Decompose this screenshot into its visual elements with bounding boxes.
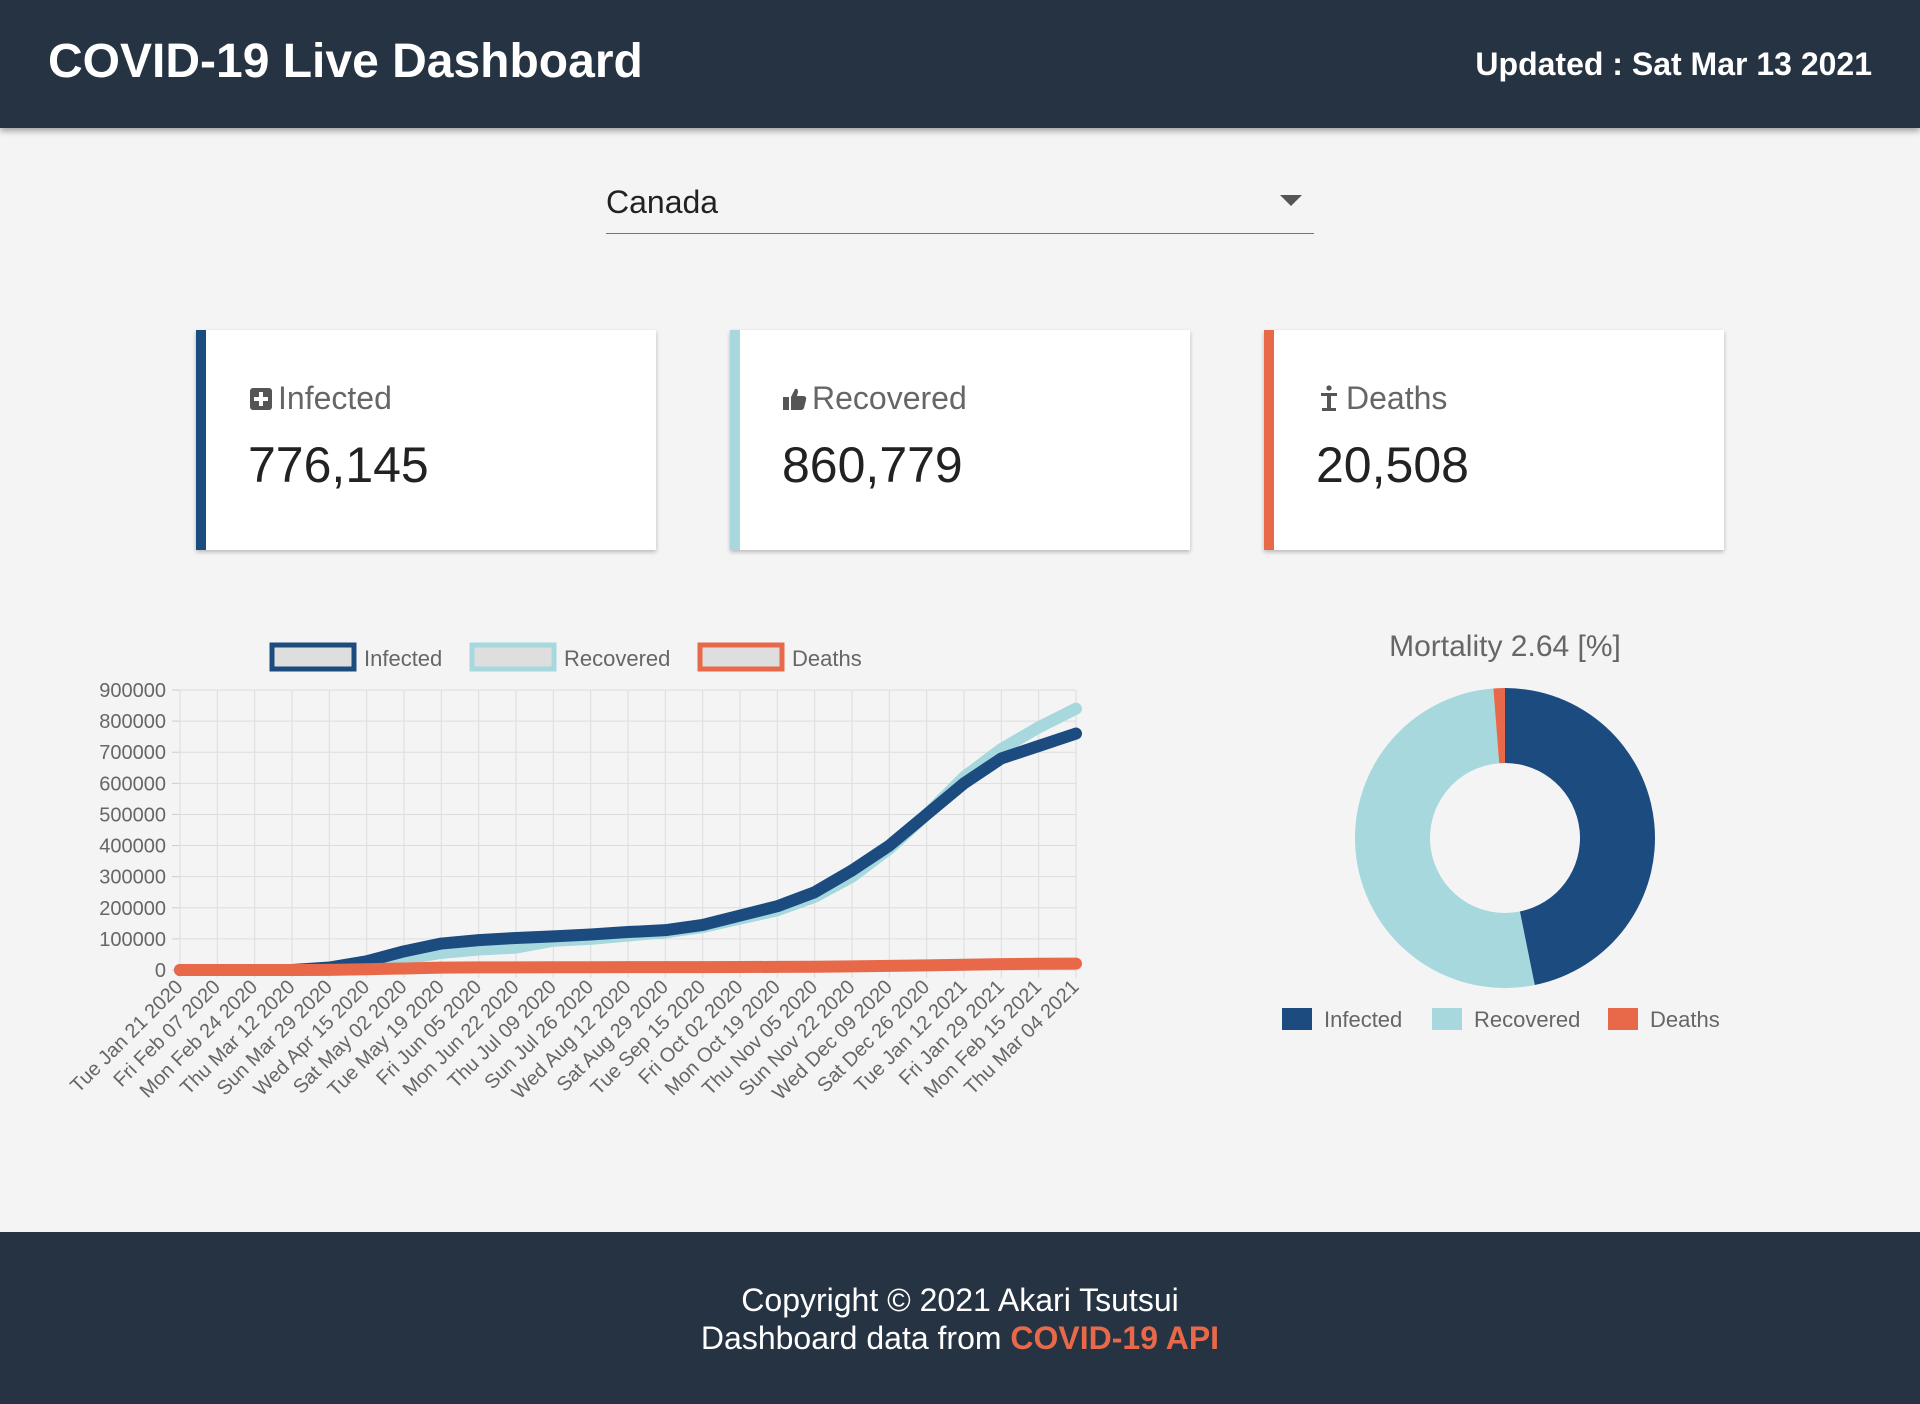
data-point-infected — [548, 931, 559, 942]
data-point-deaths — [361, 964, 372, 975]
medical-cross-icon — [248, 384, 274, 414]
donut-legend-swatch-infected — [1282, 1008, 1312, 1030]
cases-line-chart: Infected Recovered Deaths 900000 800000 70000… — [66, 642, 1084, 1104]
infected-value: 776,145 — [248, 437, 429, 493]
data-source-text: Dashboard data from — [700, 1320, 1011, 1356]
thumbs-up-icon — [782, 384, 808, 414]
data-point-recovered — [1071, 703, 1081, 714]
data-point-deaths — [249, 965, 260, 975]
data-point-deaths — [772, 961, 783, 972]
legend-label-infected: Infected — [364, 646, 442, 671]
y-tick-label: 900000 — [99, 680, 166, 702]
data-point-deaths — [996, 959, 1007, 970]
data-point-infected — [511, 932, 521, 943]
data-point-deaths — [921, 960, 932, 971]
mortality-donut: Infected Recovered Deaths — [1282, 688, 1720, 1032]
data-point-infected — [847, 865, 857, 876]
footer: Copyright © 2021 Akari Tsutsui Dashboard… — [0, 1232, 1920, 1404]
infected-accent-bar — [196, 330, 206, 550]
y-tick-label: 200000 — [99, 898, 166, 920]
data-point-recovered — [1033, 722, 1044, 733]
y-tick-label: 700000 — [99, 742, 166, 764]
caret-down-icon — [1280, 195, 1302, 206]
covid-api-link[interactable]: COVID-19 API — [1010, 1320, 1219, 1356]
country-select-value: Canada — [606, 184, 719, 220]
y-tick-label: 600000 — [99, 773, 166, 795]
y-tick-label: 300000 — [99, 867, 166, 889]
legend-label-deaths: Deaths — [792, 646, 862, 671]
data-point-deaths — [175, 965, 185, 975]
data-point-deaths — [585, 962, 596, 973]
legend-swatch-recovered — [469, 642, 557, 672]
y-tick-label: 0 — [155, 960, 166, 982]
data-point-deaths — [809, 961, 820, 972]
data-point-infected — [1033, 741, 1044, 751]
recovered-card: Recovered 860,779 — [730, 330, 1190, 550]
data-point-deaths — [697, 962, 708, 973]
data-point-deaths — [287, 965, 297, 975]
data-point-infected — [660, 925, 671, 936]
data-point-infected — [473, 935, 484, 946]
data-point-infected — [436, 938, 447, 949]
cross-grave-icon — [1316, 384, 1342, 414]
donut-legend-label-infected: Infected — [1324, 1007, 1402, 1032]
legend-label-recovered: Recovered — [564, 646, 670, 671]
deaths-label: Deaths — [1346, 380, 1448, 416]
donut-legend-swatch-deaths — [1608, 1008, 1638, 1030]
data-point-infected — [697, 919, 708, 930]
data-point-deaths — [959, 959, 969, 970]
donut-slice-infected — [1505, 688, 1656, 986]
donut-legend-swatch-recovered — [1432, 1008, 1462, 1030]
donut-legend-label-deaths: Deaths — [1650, 1007, 1720, 1032]
data-point-deaths — [1033, 958, 1044, 969]
data-point-infected — [809, 887, 820, 898]
data-point-deaths — [548, 962, 559, 973]
data-point-infected — [585, 929, 596, 940]
app-header: COVID-19 Live Dashboard Updated : Sat Ma… — [0, 0, 1920, 128]
data-point-deaths — [884, 960, 895, 971]
data-point-deaths — [473, 962, 484, 973]
y-tick-label: 800000 — [99, 711, 166, 733]
data-point-infected — [623, 927, 633, 938]
data-point-infected — [959, 778, 969, 789]
data-point-deaths — [735, 962, 745, 973]
recovered-label: Recovered — [812, 380, 967, 416]
data-point-deaths — [436, 962, 447, 973]
copyright-text: Copyright © 2021 Akari Tsutsui — [741, 1282, 1179, 1318]
recovered-value: 860,779 — [782, 437, 963, 493]
country-select[interactable]: Canada — [606, 178, 1314, 234]
deaths-card: Deaths 20,508 — [1264, 330, 1724, 550]
y-tick-label: 400000 — [99, 836, 166, 858]
legend-swatch-deaths — [697, 642, 785, 672]
page-title: COVID-19 Live Dashboard — [48, 35, 643, 88]
mortality-chart: Mortality 2.64 [%] Infected Recovered Deat… — [1282, 630, 1720, 1050]
data-point-infected — [996, 753, 1007, 764]
deaths-value: 20,508 — [1316, 437, 1469, 493]
deaths-accent-bar — [1264, 330, 1274, 550]
data-point-deaths — [324, 964, 335, 975]
data-point-infected — [735, 910, 745, 921]
data-point-deaths — [847, 961, 857, 972]
data-point-deaths — [212, 965, 223, 975]
infected-label: Infected — [278, 380, 392, 416]
data-point-infected — [1071, 728, 1081, 739]
data-point-infected — [921, 809, 932, 820]
data-point-infected — [772, 901, 783, 912]
infected-card: Infected 776,145 — [196, 330, 656, 550]
y-tick-label: 500000 — [99, 804, 166, 826]
data-point-deaths — [623, 962, 633, 973]
y-tick-label: 100000 — [99, 929, 166, 951]
legend-swatch-infected — [269, 642, 357, 672]
data-point-deaths — [660, 962, 671, 973]
donut-legend-label-recovered: Recovered — [1474, 1007, 1580, 1032]
data-point-deaths — [511, 962, 521, 973]
data-point-infected — [884, 840, 895, 851]
recovered-accent-bar — [730, 330, 740, 550]
data-point-infected — [399, 946, 409, 957]
updated-date: Updated : Sat Mar 13 2021 — [1475, 46, 1872, 82]
data-point-deaths — [1071, 958, 1081, 969]
data-point-deaths — [399, 963, 409, 974]
